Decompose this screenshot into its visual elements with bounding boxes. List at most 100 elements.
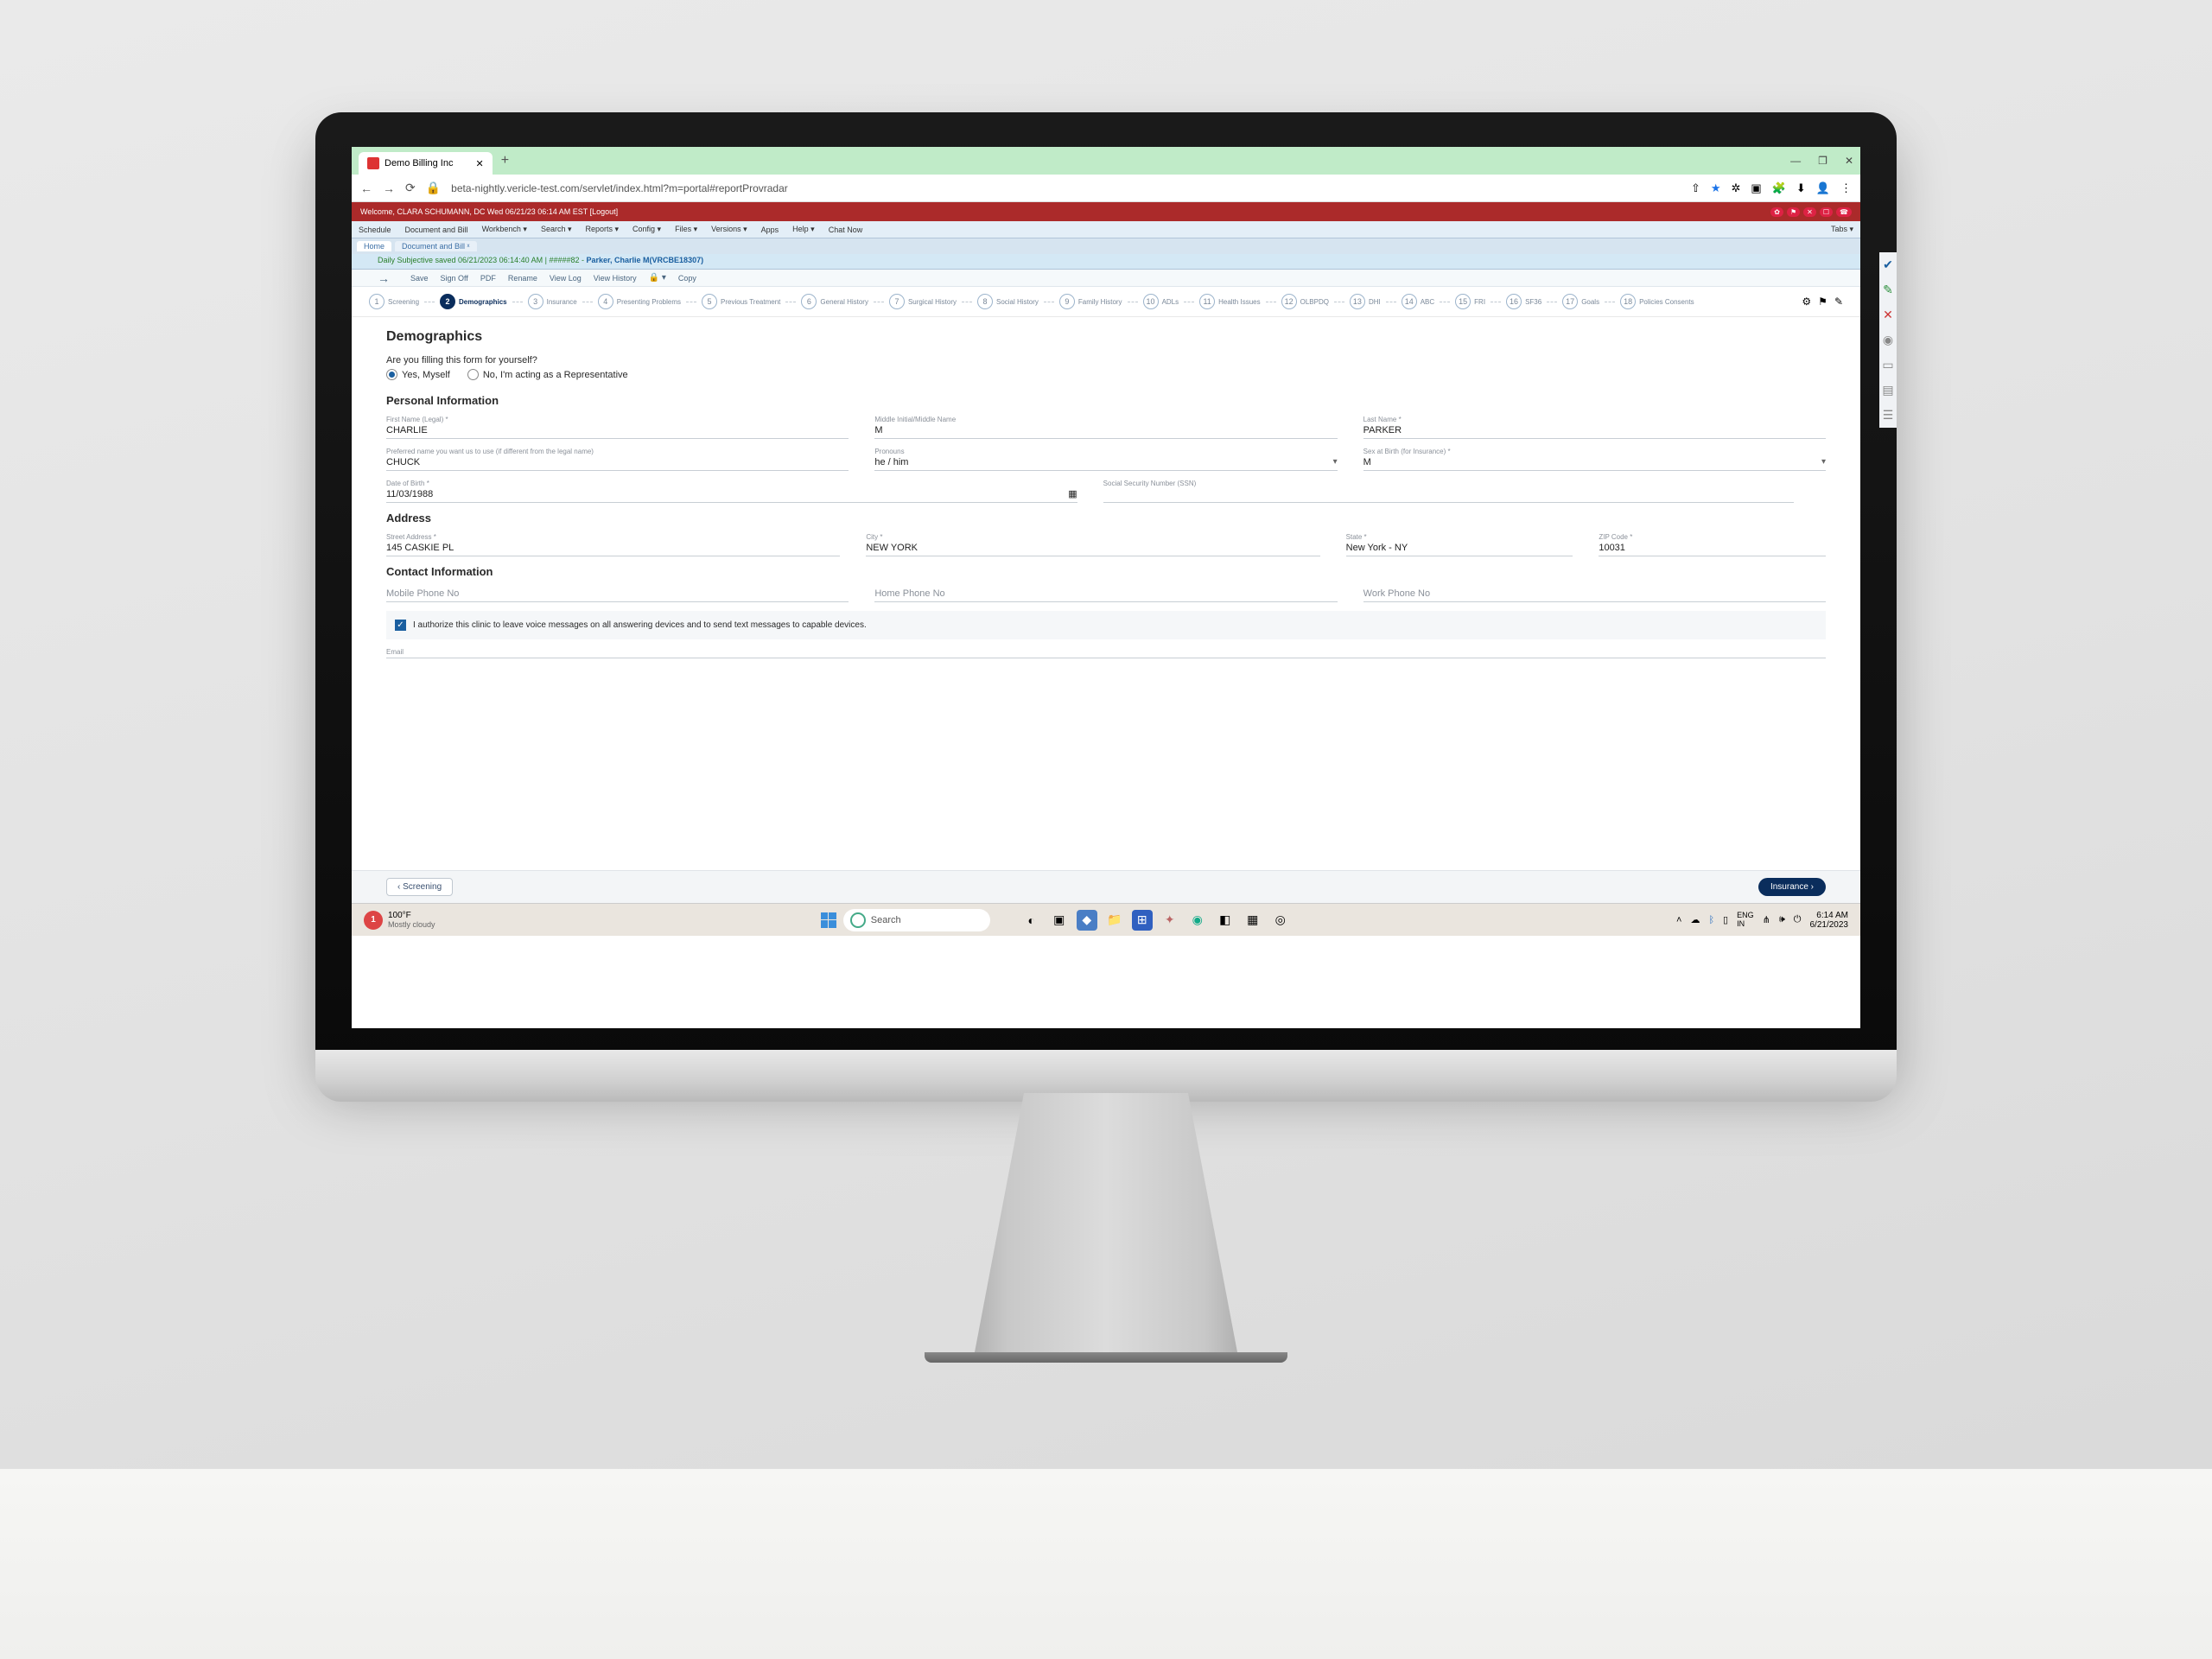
step-previous-treatment[interactable]: 5Previous Treatment <box>702 294 780 309</box>
action-viewlog[interactable]: View Log <box>550 274 582 283</box>
header-pill[interactable]: ☎ <box>1836 207 1852 217</box>
battery-icon[interactable]: ▯ <box>1723 914 1728 925</box>
back-button[interactable]: ← <box>360 181 372 195</box>
chrome-icon[interactable]: ◎ <box>1270 910 1291 931</box>
step-family-history[interactable]: 9Family History <box>1059 294 1122 309</box>
home-phone-field[interactable]: Home Phone No <box>874 587 1337 602</box>
app-icon[interactable]: ▦ <box>1243 910 1263 931</box>
flag-icon[interactable]: ⚑ <box>1818 296 1827 308</box>
bookmark-star-icon[interactable]: ★ <box>1711 181 1721 195</box>
header-pill[interactable]: ⚑ <box>1787 207 1800 217</box>
radio-yes-myself[interactable]: Yes, Myself <box>386 369 450 380</box>
action-save[interactable]: Save <box>410 274 429 283</box>
chevron-up-icon[interactable]: ˄ <box>1676 915 1681 925</box>
back-arrow-icon[interactable]: → <box>378 271 390 285</box>
ssn-field[interactable]: Social Security Number (SSN) <box>1103 480 1795 503</box>
app-icon[interactable]: ◆ <box>1077 910 1097 931</box>
app-icon[interactable]: ◧ <box>1215 910 1236 931</box>
action-lock[interactable]: 🔒 ▾ <box>649 273 666 283</box>
download-icon[interactable]: ⬇ <box>1796 181 1806 195</box>
middle-name-field[interactable]: Middle Initial/Middle NameM <box>874 416 1337 439</box>
language-indicator[interactable]: ENG IN <box>1737 912 1754 929</box>
street-field[interactable]: Street Address *145 CASKIE PL <box>386 533 840 556</box>
menu-chat[interactable]: Chat Now <box>829 226 863 234</box>
dob-field[interactable]: Date of Birth *11/03/1988▦ <box>386 480 1077 503</box>
reload-button[interactable]: ⟳ <box>405 181 416 195</box>
lock-icon[interactable]: 🔒 <box>426 181 441 195</box>
menu-config[interactable]: Config ▾ <box>632 225 661 234</box>
header-pill[interactable]: ☐ <box>1820 207 1833 217</box>
radio-representative[interactable]: No, I'm acting as a Representative <box>467 369 628 380</box>
menu-versions[interactable]: Versions ▾ <box>711 225 747 234</box>
step-demographics[interactable]: 2Demographics <box>440 294 507 309</box>
step-social-history[interactable]: 8Social History <box>977 294 1039 309</box>
step-fri[interactable]: 15FRI <box>1455 294 1485 309</box>
next-button[interactable]: Insurance › <box>1758 878 1826 896</box>
minimize-button[interactable]: — <box>1790 155 1801 167</box>
task-view-icon[interactable]: ▣ <box>1049 910 1070 931</box>
file-explorer-icon[interactable]: 📁 <box>1104 910 1125 931</box>
authorize-checkbox-row[interactable]: ✓ I authorize this clinic to leave voice… <box>386 611 1826 639</box>
menu-tabs[interactable]: Tabs ▾ <box>1831 225 1853 234</box>
sex-field[interactable]: Sex at Birth (for Insurance) *M▾ <box>1363 448 1826 471</box>
step-adls[interactable]: 10ADLs <box>1143 294 1179 309</box>
menu-search[interactable]: Search ▾ <box>541 225 572 234</box>
step-abc[interactable]: 14ABC <box>1402 294 1434 309</box>
browser-tab[interactable]: Demo Billing Inc ✕ <box>359 152 493 175</box>
doc-tab-document[interactable]: Document and Bill ˣ <box>395 241 477 251</box>
app-icon[interactable]: ✦ <box>1160 910 1180 931</box>
city-field[interactable]: City *NEW YORK <box>866 533 1319 556</box>
action-pdf[interactable]: PDF <box>480 274 496 283</box>
step-policies-consents[interactable]: 18Policies Consents <box>1620 294 1694 309</box>
menu-help[interactable]: Help ▾ <box>792 225 815 234</box>
header-pill[interactable]: ✿ <box>1770 207 1783 217</box>
menu-workbench[interactable]: Workbench ▾ <box>482 225 527 234</box>
step-dhi[interactable]: 13DHI <box>1350 294 1381 309</box>
preferred-name-field[interactable]: Preferred name you want us to use (if di… <box>386 448 849 471</box>
zip-field[interactable]: ZIP Code *10031 <box>1599 533 1826 556</box>
app-icon[interactable]: ⊞ <box>1132 910 1153 931</box>
restore-button[interactable]: ❐ <box>1818 155 1827 167</box>
menu-reports[interactable]: Reports ▾ <box>586 225 620 234</box>
mobile-phone-field[interactable]: Mobile Phone No <box>386 587 849 602</box>
step-presenting-problems[interactable]: 4Presenting Problems <box>598 294 681 309</box>
edge-icon[interactable]: ◉ <box>1187 910 1208 931</box>
menu-schedule[interactable]: Schedule <box>359 226 391 234</box>
clock[interactable]: 6:14 AM 6/21/2023 <box>1809 911 1848 930</box>
profile-avatar[interactable]: 👤 <box>1816 181 1830 195</box>
extension-icon[interactable]: ✲ <box>1732 181 1741 195</box>
power-icon[interactable]: ⏻ <box>1794 914 1802 925</box>
menu-apps[interactable]: Apps <box>761 226 779 234</box>
volume-icon[interactable]: 🕪 <box>1779 914 1785 925</box>
action-signoff[interactable]: Sign Off <box>441 274 468 283</box>
kebab-menu-icon[interactable]: ⋮ <box>1840 181 1852 195</box>
start-button[interactable] <box>821 912 836 928</box>
work-phone-field[interactable]: Work Phone No <box>1363 587 1826 602</box>
action-viewhistory[interactable]: View History <box>594 274 637 283</box>
cloud-icon[interactable]: ☁ <box>1690 914 1700 925</box>
step-health-issues[interactable]: 11Health Issues <box>1199 294 1260 309</box>
first-name-field[interactable]: First Name (Legal) *CHARLIE <box>386 416 849 439</box>
url-text[interactable]: beta-nightly.vericle-test.com/servlet/in… <box>451 182 1681 194</box>
wifi-icon[interactable]: ⋔ <box>1763 914 1770 925</box>
menu-files[interactable]: Files ▾ <box>675 225 697 234</box>
extension-icon[interactable]: ▣ <box>1751 181 1761 195</box>
step-olbpdq[interactable]: 12OLBPDQ <box>1281 294 1329 309</box>
forward-button[interactable]: → <box>383 181 395 195</box>
step-general-history[interactable]: 6General History <box>801 294 868 309</box>
close-tab-icon[interactable]: ✕ <box>475 158 483 169</box>
weather-widget[interactable]: 1 100°F Mostly cloudy <box>364 911 435 930</box>
taskbar-search[interactable]: Search <box>843 909 990 931</box>
pronouns-field[interactable]: Pronounshe / him▾ <box>874 448 1337 471</box>
wrench-icon[interactable]: ✎ <box>1834 296 1843 308</box>
email-field[interactable]: Email <box>386 648 1826 658</box>
action-rename[interactable]: Rename <box>508 274 537 283</box>
header-pill[interactable]: ✕ <box>1803 207 1816 217</box>
action-copy[interactable]: Copy <box>678 274 696 283</box>
new-tab-button[interactable]: + <box>501 153 509 168</box>
step-sf36[interactable]: 16SF36 <box>1506 294 1541 309</box>
cortana-icon[interactable]: ◐ <box>1021 910 1042 931</box>
share-icon[interactable]: ⇧ <box>1691 181 1700 195</box>
prev-button[interactable]: ‹ Screening <box>386 878 453 896</box>
step-goals[interactable]: 17Goals <box>1562 294 1599 309</box>
